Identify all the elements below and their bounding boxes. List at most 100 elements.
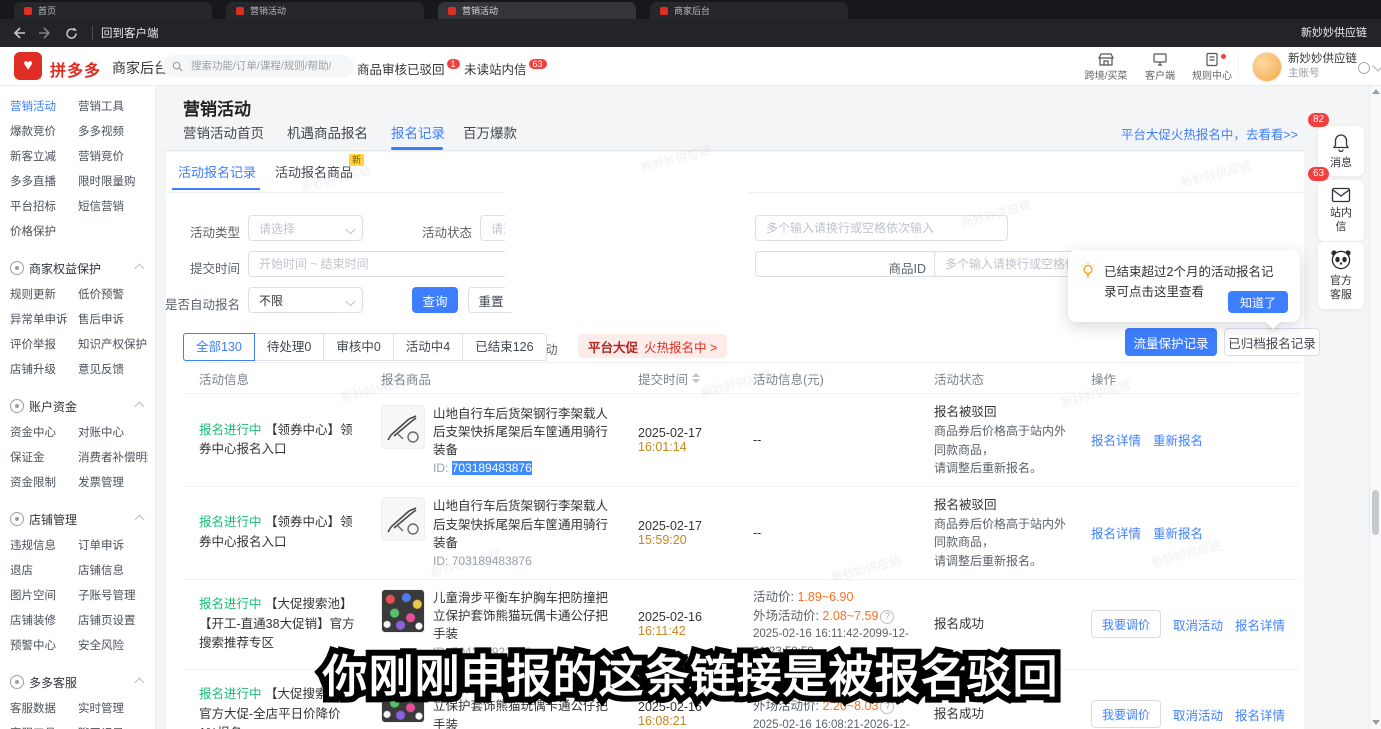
- promo-link[interactable]: 平台大促火热报名中，去看看>>: [1121, 124, 1298, 143]
- sidebar-item[interactable]: 客服工具: [10, 722, 78, 729]
- adjust-price-button[interactable]: 我要调价: [1091, 610, 1161, 638]
- tab-opportunity-signup[interactable]: 机遇商品报名: [287, 122, 368, 142]
- status-tab-reviewing[interactable]: 审核中0: [323, 333, 393, 361]
- subtab-activity-goods[interactable]: 活动报名商品: [275, 162, 353, 181]
- rail-inbox[interactable]: 63 站内信: [1318, 180, 1364, 241]
- nav-client[interactable]: 客户端: [1134, 51, 1186, 82]
- sidebar-item[interactable]: 预警中心: [10, 634, 78, 659]
- sidebar-item-marketing-activity[interactable]: 营销活动: [10, 95, 78, 120]
- rail-official-service[interactable]: 官方客服: [1318, 242, 1364, 309]
- re-signup-link[interactable]: 重新报名: [1153, 430, 1203, 449]
- forward-icon[interactable]: [32, 23, 58, 43]
- tab-signup-records[interactable]: 报名记录: [391, 122, 445, 142]
- sidebar-item[interactable]: 爆款竞价: [10, 120, 78, 145]
- sidebar-section-service[interactable]: 多多客服: [10, 667, 147, 697]
- sidebar-item[interactable]: 对账中心: [78, 421, 148, 446]
- tooltip-ok-button[interactable]: 知道了: [1228, 291, 1288, 313]
- sidebar-item[interactable]: 多多直播: [10, 170, 78, 195]
- status-tab-all[interactable]: 全部130: [183, 333, 255, 361]
- sidebar-item[interactable]: 店铺升级: [10, 358, 78, 383]
- sidebar-item[interactable]: 短信营销: [78, 195, 148, 220]
- sidebar-item[interactable]: 知识产权保护: [78, 333, 148, 358]
- sidebar-item[interactable]: 退店: [10, 559, 78, 584]
- sidebar-item[interactable]: 营销竞价: [78, 145, 148, 170]
- sidebar-item[interactable]: 违规信息: [10, 534, 78, 559]
- tab-marketing-home[interactable]: 营销活动首页: [183, 122, 264, 142]
- account-info[interactable]: 新妙妙供应链 主账号: [1288, 52, 1357, 80]
- back-icon[interactable]: [6, 23, 32, 43]
- status-tab-ended[interactable]: 已结束126: [462, 333, 546, 361]
- address-text[interactable]: 回到客户端: [101, 25, 159, 41]
- sidebar-item[interactable]: 店铺页设置: [78, 609, 148, 634]
- nav-crossborder[interactable]: 跨境/买菜: [1080, 51, 1132, 82]
- adjust-price-button[interactable]: 我要调价: [1091, 700, 1161, 728]
- account-avatar[interactable]: [1252, 52, 1282, 82]
- archived-records-button[interactable]: 已归档报名记录: [1224, 328, 1320, 356]
- auto-signup-select[interactable]: 不限: [248, 287, 363, 313]
- traffic-protection-button[interactable]: 流量保护记录: [1125, 328, 1217, 356]
- cancel-activity-link[interactable]: 取消活动: [1173, 615, 1223, 634]
- browser-tab-2[interactable]: 营销活动: [226, 2, 424, 19]
- signup-detail-link[interactable]: 报名详情: [1235, 705, 1285, 724]
- sidebar-item[interactable]: 规则更新: [10, 283, 78, 308]
- sidebar-item[interactable]: 客服数据: [10, 697, 78, 722]
- account-menu-icon[interactable]: [1358, 62, 1370, 74]
- cancel-activity-link[interactable]: 取消活动: [1173, 705, 1223, 724]
- sidebar-item[interactable]: 评价举报: [10, 333, 78, 358]
- search-input[interactable]: [189, 59, 333, 73]
- sort-icon[interactable]: [692, 373, 700, 383]
- sidebar-item[interactable]: 图片空间: [10, 584, 78, 609]
- sidebar-item[interactable]: 资金限制: [10, 471, 78, 496]
- status-tab-pending[interactable]: 待处理0: [254, 333, 324, 361]
- browser-tab-3[interactable]: 营销活动: [438, 2, 636, 19]
- sidebar-item[interactable]: 子账号管理: [78, 584, 148, 609]
- promo-hot-badge[interactable]: 平台大促 火热报名中 >: [578, 334, 727, 358]
- subtab-activity-records[interactable]: 活动报名记录: [178, 162, 256, 181]
- chevron-down-icon[interactable]: [1372, 60, 1381, 71]
- sidebar-item[interactable]: 多多视频: [78, 120, 148, 145]
- sidebar-item[interactable]: 店铺装修: [10, 609, 78, 634]
- scrollbar-thumb[interactable]: [1372, 490, 1379, 535]
- sidebar-item[interactable]: 实时管理: [78, 697, 148, 722]
- activity-id-input[interactable]: [755, 215, 1008, 241]
- sidebar-item[interactable]: 异常单申诉: [10, 308, 78, 333]
- signup-detail-link[interactable]: 报名详情: [1091, 523, 1141, 542]
- scroll-up-icon[interactable]: [1372, 89, 1380, 94]
- question-circle-icon[interactable]: ?: [880, 610, 894, 624]
- re-signup-link[interactable]: 重新报名: [1153, 523, 1203, 542]
- sidebar-item[interactable]: 聊天记录: [78, 722, 148, 729]
- sidebar-section-funds[interactable]: 账户资金: [10, 391, 147, 421]
- review-rejected-link[interactable]: 商品审核已驳回1: [357, 59, 458, 78]
- unread-inbox-link[interactable]: 未读站内信63: [464, 59, 545, 78]
- header-search[interactable]: [162, 55, 354, 77]
- sidebar-item[interactable]: 保证金: [10, 446, 78, 471]
- browser-tab-4[interactable]: 商家后台: [650, 2, 848, 19]
- question-circle-icon[interactable]: ?: [880, 700, 894, 714]
- tab-million-bestsellers[interactable]: 百万爆款: [463, 122, 517, 142]
- sidebar-item[interactable]: 安全风险: [78, 634, 148, 659]
- page-scrollbar[interactable]: [1369, 85, 1381, 729]
- sidebar-item[interactable]: 营销工具: [78, 95, 148, 120]
- signup-detail-link[interactable]: 报名详情: [1091, 430, 1141, 449]
- sidebar-item[interactable]: 资金中心: [10, 421, 78, 446]
- col-submit-time[interactable]: 提交时间: [622, 369, 737, 388]
- browser-tab-1[interactable]: 首页: [14, 2, 212, 19]
- signup-detail-link[interactable]: 报名详情: [1235, 615, 1285, 634]
- query-button[interactable]: 查询: [412, 287, 458, 313]
- nav-rules-center[interactable]: 规则中心: [1186, 51, 1238, 82]
- sidebar-item[interactable]: 售后申诉: [78, 308, 148, 333]
- activity-type-select[interactable]: 请选择: [248, 215, 363, 241]
- sidebar-section-rights[interactable]: 商家权益保护: [10, 253, 147, 283]
- sidebar-section-shop[interactable]: 店铺管理: [10, 504, 147, 534]
- sidebar-item[interactable]: 发票管理: [78, 471, 148, 496]
- refresh-icon[interactable]: [58, 23, 84, 43]
- sidebar-item[interactable]: 消费者补偿明细: [78, 446, 148, 471]
- sidebar-item[interactable]: 店铺信息: [78, 559, 148, 584]
- sidebar-item[interactable]: 平台招标: [10, 195, 78, 220]
- browser-profile-name[interactable]: 新妙妙供应链: [1301, 24, 1367, 40]
- scroll-down-icon[interactable]: [1372, 720, 1380, 725]
- sidebar-item[interactable]: 低价预警: [78, 283, 148, 308]
- sidebar-item[interactable]: 限时限量购: [78, 170, 148, 195]
- sidebar-item[interactable]: 意见反馈: [78, 358, 148, 383]
- sidebar-item[interactable]: 价格保护: [10, 220, 78, 245]
